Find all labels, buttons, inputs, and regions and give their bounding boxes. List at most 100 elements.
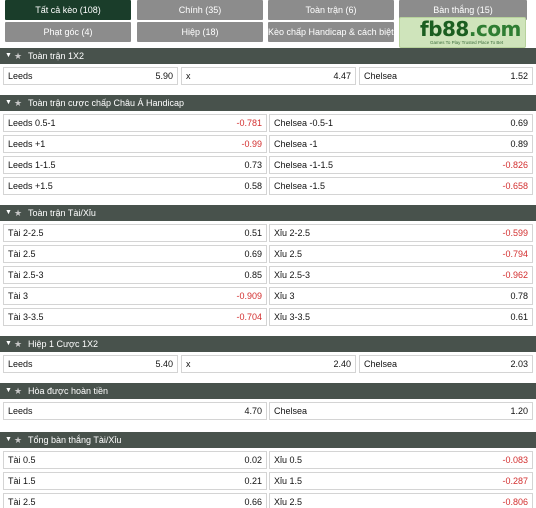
tab-corners[interactable]: Phạt góc (4) — [5, 22, 131, 42]
odds-cell[interactable]: Tài 1.5 0.21 — [3, 472, 267, 490]
selection-label: Tài 3 — [8, 288, 28, 304]
selection-label: Xỉu 3-3.5 — [274, 309, 310, 325]
star-icon[interactable]: ★ — [14, 383, 22, 399]
tab-full-time[interactable]: Toàn trận (6) — [268, 0, 394, 20]
odds-cell[interactable]: Leeds 1-1.5 0.73 — [3, 156, 267, 174]
caret-down-icon[interactable]: ▼ — [5, 48, 12, 64]
selection-name: Chelsea — [364, 71, 398, 81]
odds-cell[interactable]: Leeds 5.40 — [3, 355, 178, 373]
selection-line: 2.5 — [289, 249, 303, 259]
selection-name: Leeds — [8, 359, 33, 369]
selection-line: -0.5-1 — [309, 118, 334, 128]
selection-label: Xỉu 0.5 — [274, 452, 302, 468]
odds-value: 0.66 — [244, 497, 262, 507]
caret-down-icon[interactable]: ▼ — [5, 432, 12, 448]
odds-cell[interactable]: Chelsea -1.5 -0.658 — [269, 177, 533, 195]
odds-cell[interactable]: Chelsea -1 0.89 — [269, 135, 533, 153]
odds-value: 1.20 — [510, 406, 528, 416]
odds-value: 0.51 — [244, 228, 262, 238]
odds-cell[interactable]: Xỉu 0.5 -0.083 — [269, 451, 533, 469]
odds-cell[interactable]: Xỉu 2.5 -0.806 — [269, 493, 533, 508]
selection-line: -1.5 — [309, 181, 326, 191]
selection-label: Xỉu 2-2.5 — [274, 225, 310, 241]
selection-name: Chelsea — [274, 118, 308, 128]
odds-cell[interactable]: Leeds 4.70 — [3, 402, 267, 420]
selection-label: Xỉu 2.5-3 — [274, 267, 310, 283]
market-header[interactable]: ▼ ★ Toàn trận 1X2 — [0, 48, 536, 64]
market-tabs: Tất cả kèo (108) Chính (35) Toàn trận (6… — [0, 0, 536, 48]
odds-cell[interactable]: Leeds 5.90 — [3, 67, 178, 85]
tab-handicap[interactable]: Kèo chấp Handicap & cách biệt (4) — [268, 22, 394, 42]
caret-down-icon[interactable]: ▼ — [5, 95, 12, 111]
selection-name: Tài — [8, 228, 21, 238]
odds-value: 0.73 — [244, 160, 262, 170]
selection-label: Leeds 0.5-1 — [8, 115, 56, 131]
tab-all[interactable]: Tất cả kèo (108) — [5, 0, 131, 20]
selection-line: 1-1.5 — [35, 160, 56, 170]
odds-value: -0.704 — [236, 312, 262, 322]
odds-value: 5.90 — [155, 71, 173, 81]
odds-cell[interactable]: x 2.40 — [181, 355, 356, 373]
odds-cell[interactable]: Xỉu 2.5 -0.794 — [269, 245, 533, 263]
caret-down-icon[interactable]: ▼ — [5, 383, 12, 399]
selection-label: Chelsea -1.5 — [274, 178, 325, 194]
odds-cell[interactable]: Xỉu 2.5-3 -0.962 — [269, 266, 533, 284]
star-icon[interactable]: ★ — [14, 48, 22, 64]
odds-value: 4.70 — [244, 406, 262, 416]
fb88-logo[interactable]: fb88.com Games To Play Trusted Place To … — [399, 17, 526, 48]
selection-name: Chelsea — [274, 160, 308, 170]
odds-cell[interactable]: Leeds +1.5 0.58 — [3, 177, 267, 195]
market-header[interactable]: ▼ ★ Hiệp 1 Cược 1X2 — [0, 336, 536, 352]
selection-name: Xỉu — [274, 249, 288, 259]
selection-name: Leeds — [8, 181, 33, 191]
selection-name: Xỉu — [274, 270, 288, 280]
selection-label: Leeds 1-1.5 — [8, 157, 56, 173]
odds-cell[interactable]: Tài 3-3.5 -0.704 — [3, 308, 267, 326]
odds-value: 0.61 — [510, 312, 528, 322]
odds-cell[interactable]: Chelsea -1-1.5 -0.826 — [269, 156, 533, 174]
tab-half[interactable]: Hiệp (18) — [137, 22, 263, 42]
caret-down-icon[interactable]: ▼ — [5, 205, 12, 221]
odds-cell[interactable]: Xỉu 1.5 -0.287 — [269, 472, 533, 490]
market-header[interactable]: ▼ ★ Toàn trận cược chấp Châu Á Handicap — [0, 95, 536, 111]
odds-cell[interactable]: Tài 2.5 0.69 — [3, 245, 267, 263]
star-icon[interactable]: ★ — [14, 95, 22, 111]
market-header[interactable]: ▼ ★ Toàn trận Tài/Xỉu — [0, 205, 536, 221]
odds-cell[interactable]: Chelsea 1.52 — [359, 67, 533, 85]
market-section: ▼ ★ Toàn trận cược chấp Châu Á Handicap Lee… — [0, 95, 536, 195]
odds-value: -0.083 — [502, 455, 528, 465]
odds-cell[interactable]: Chelsea 2.03 — [359, 355, 533, 373]
odds-cell[interactable]: Xỉu 3-3.5 0.61 — [269, 308, 533, 326]
selection-name: x — [186, 359, 191, 369]
odds-cell[interactable]: Leeds 0.5-1 -0.781 — [3, 114, 267, 132]
odds-cell[interactable]: Chelsea 1.20 — [269, 402, 533, 420]
selection-line: 3 — [23, 291, 29, 301]
odds-cell[interactable]: Tài 3 -0.909 — [3, 287, 267, 305]
star-icon[interactable]: ★ — [14, 336, 22, 352]
market-header[interactable]: ▼ ★ Hòa được hoàn tiền — [0, 383, 536, 399]
odds-cell[interactable]: Tài 2.5-3 0.85 — [3, 266, 267, 284]
selection-label: Leeds — [8, 403, 33, 419]
tab-main[interactable]: Chính (35) — [137, 0, 263, 20]
odds-cell[interactable]: Chelsea -0.5-1 0.69 — [269, 114, 533, 132]
odds-cell[interactable]: Tài 2.5 0.66 — [3, 493, 267, 508]
star-icon[interactable]: ★ — [14, 205, 22, 221]
selection-name: Tài — [8, 312, 21, 322]
selection-line: 1.5 — [289, 476, 303, 486]
caret-down-icon[interactable]: ▼ — [5, 336, 12, 352]
odds-value: 0.02 — [244, 455, 262, 465]
odds-cell[interactable]: x 4.47 — [181, 67, 356, 85]
selection-label: Chelsea — [364, 68, 397, 84]
odds-cell[interactable]: Xỉu 2-2.5 -0.599 — [269, 224, 533, 242]
selection-name: Xỉu — [274, 497, 288, 507]
star-icon[interactable]: ★ — [14, 432, 22, 448]
selection-line: 2-2.5 — [23, 228, 44, 238]
selection-label: Tài 0.5 — [8, 452, 36, 468]
logo-wordmark: fb88.com — [420, 17, 521, 41]
odds-cell[interactable]: Tài 0.5 0.02 — [3, 451, 267, 469]
market-header[interactable]: ▼ ★ Tổng bàn thắng Tài/Xỉu — [0, 432, 536, 448]
odds-value: -0.287 — [502, 476, 528, 486]
odds-cell[interactable]: Leeds +1 -0.99 — [3, 135, 267, 153]
odds-cell[interactable]: Tài 2-2.5 0.51 — [3, 224, 267, 242]
odds-cell[interactable]: Xỉu 3 0.78 — [269, 287, 533, 305]
